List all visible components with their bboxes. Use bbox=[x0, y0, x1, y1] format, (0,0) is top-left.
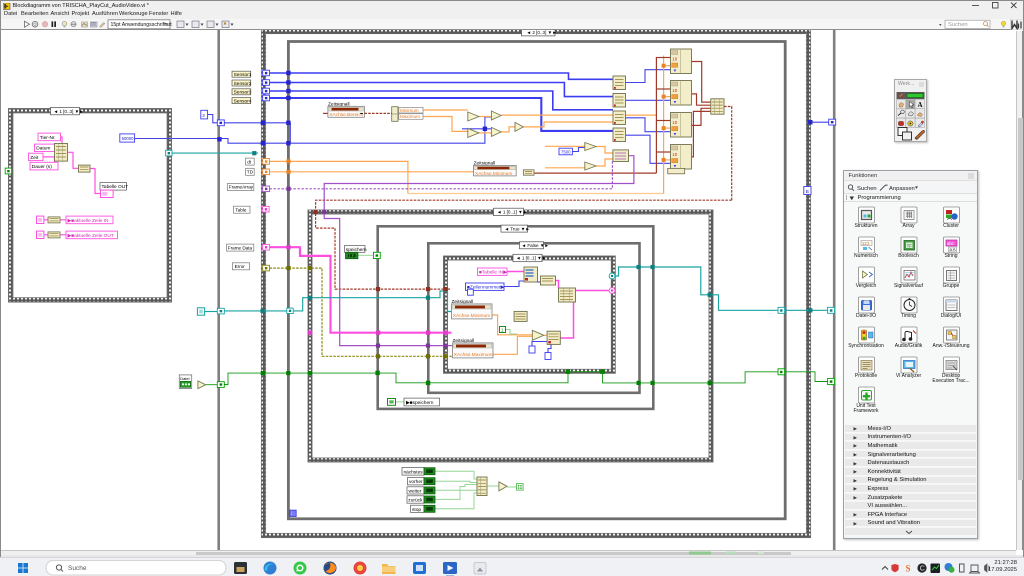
svg-text:nächstes: nächstes bbox=[404, 469, 424, 475]
svg-text:XAchse.Minimum: XAchse.Minimum bbox=[453, 313, 490, 319]
svg-text:▼: ▼ bbox=[673, 99, 677, 104]
svg-text:abc: abc bbox=[947, 241, 954, 246]
svg-text:123: 123 bbox=[861, 242, 869, 246]
svg-text:10: 10 bbox=[672, 87, 677, 92]
svg-text:Anpassen: Anpassen bbox=[889, 186, 915, 192]
svg-text:◄ 1 [0..3] ▼►: ◄ 1 [0..3] ▼► bbox=[54, 108, 84, 113]
svg-text:S: S bbox=[906, 563, 911, 573]
svg-text:Zeit: Zeit bbox=[30, 154, 39, 160]
svg-text:T F: T F bbox=[349, 254, 355, 258]
svg-text:▶■aktuelle Zeile IN: ▶■aktuelle Zeile IN bbox=[68, 217, 110, 223]
svg-text:◄ 1 [0..1] ▼►: ◄ 1 [0..1] ▼► bbox=[497, 209, 527, 214]
svg-text:Table: Table bbox=[235, 207, 246, 212]
svg-text:Sensor2: Sensor2 bbox=[234, 80, 252, 86]
svg-text:a A: a A bbox=[949, 247, 955, 252]
svg-text:10: 10 bbox=[672, 119, 677, 124]
svg-text:stop: stop bbox=[412, 506, 421, 512]
svg-text:A: A bbox=[918, 101, 923, 109]
svg-text:▼: ▼ bbox=[673, 68, 677, 73]
svg-text:Error: Error bbox=[235, 264, 246, 269]
svg-text:Dauer (s): Dauer (s) bbox=[32, 164, 52, 170]
svg-text:vorher: vorher bbox=[409, 479, 423, 485]
svg-text:▼: ▼ bbox=[673, 131, 677, 136]
svg-text:◄ 1 [0..1] ▼►: ◄ 1 [0..1] ▼► bbox=[516, 255, 546, 260]
svg-text:◄ False ▼►: ◄ False ▼► bbox=[522, 243, 549, 248]
svg-text:Suche: Suche bbox=[68, 565, 87, 572]
svg-text:FrameArray: FrameArray bbox=[229, 184, 254, 189]
svg-text:▶■speichern: ▶■speichern bbox=[406, 399, 434, 405]
svg-text:Datei: Datei bbox=[180, 375, 189, 380]
svg-text:i: i bbox=[291, 511, 292, 516]
svg-text:■Tabelle IN▶: ■Tabelle IN▶ bbox=[479, 269, 507, 275]
svg-text:◄ True ▼►: ◄ True ▼► bbox=[505, 226, 530, 231]
svg-text:XAchse.Minimum: XAchse.Minimum bbox=[475, 170, 512, 176]
svg-text:XAchse.Maximum: XAchse.Maximum bbox=[454, 352, 493, 358]
svg-text:C: C bbox=[920, 565, 925, 572]
svg-text:Maximum: Maximum bbox=[400, 114, 420, 119]
svg-text:Sensor4: Sensor4 bbox=[234, 98, 252, 104]
svg-text:Frame Data: Frame Data bbox=[228, 245, 253, 250]
svg-text:▶■aktuelle Zeile OUT: ▶■aktuelle Zeile OUT bbox=[68, 232, 114, 238]
svg-text:7500: 7500 bbox=[561, 149, 571, 154]
svg-text:▼: ▼ bbox=[673, 163, 677, 168]
svg-text:Suchen: Suchen bbox=[948, 22, 968, 28]
svg-text:10: 10 bbox=[672, 56, 677, 61]
svg-text:Tier-Nr.: Tier-Nr. bbox=[40, 134, 56, 140]
svg-text:Sensor1: Sensor1 bbox=[234, 72, 252, 78]
svg-text:TF: TF bbox=[906, 243, 912, 248]
svg-text:50000: 50000 bbox=[122, 136, 135, 141]
svg-text:Minimum: Minimum bbox=[400, 107, 419, 112]
svg-text:2: 2 bbox=[202, 112, 205, 118]
svg-text:◄ 2 [0..3] ▼►: ◄ 2 [0..3] ▼► bbox=[527, 30, 557, 35]
svg-text:XAchse.Bereich: XAchse.Bereich bbox=[329, 112, 363, 118]
svg-text:Tabelle OUT: Tabelle OUT bbox=[102, 184, 129, 190]
svg-text:15pt Anwendungsschriftart: 15pt Anwendungsschriftart bbox=[111, 21, 173, 27]
svg-text:B: B bbox=[806, 188, 809, 194]
svg-text:10: 10 bbox=[672, 151, 677, 156]
svg-text:zurück: zurück bbox=[408, 497, 423, 503]
svg-text:weiter: weiter bbox=[409, 488, 422, 494]
svg-text:Sensor3: Sensor3 bbox=[234, 89, 252, 95]
svg-text:Datum: Datum bbox=[36, 145, 50, 151]
svg-text:TD: TD bbox=[247, 169, 254, 174]
svg-text:Suchen: Suchen bbox=[857, 186, 877, 192]
